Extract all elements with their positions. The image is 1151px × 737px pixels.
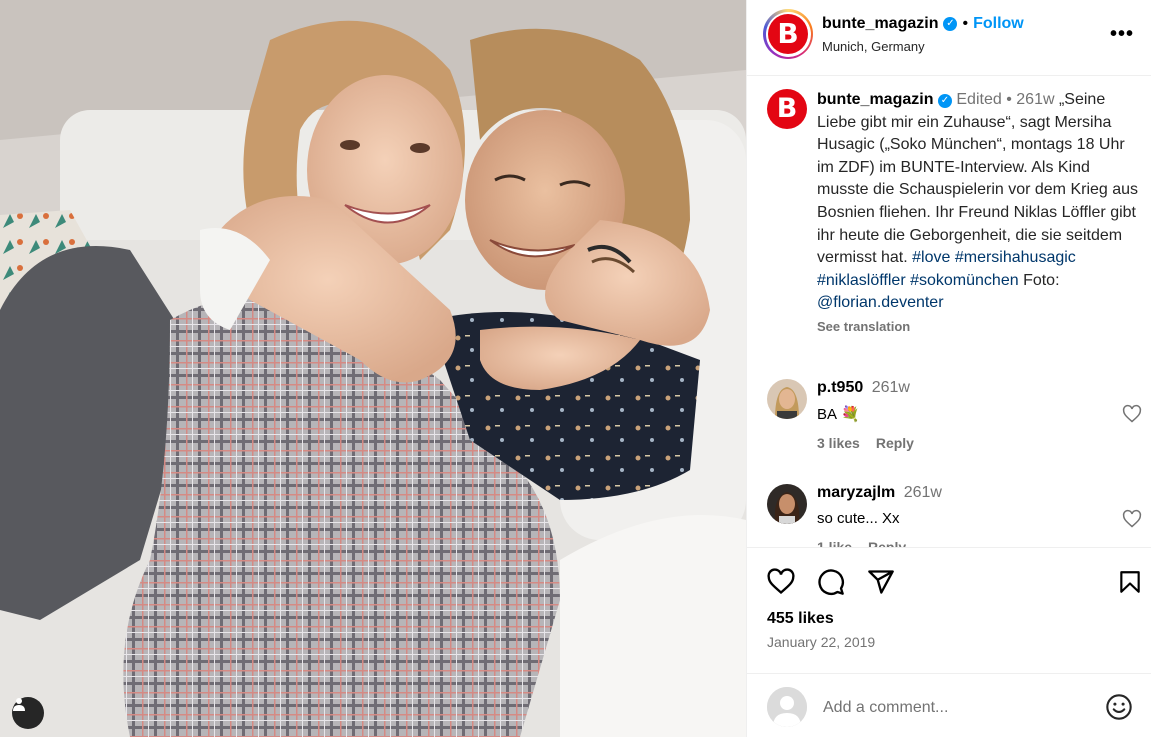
post-photo[interactable] <box>0 0 746 737</box>
default-avatar-icon <box>767 687 807 727</box>
comment-username[interactable]: p.t950 <box>817 379 863 396</box>
post-header: B bunte_magazin ✓ • Follow Munich, Germa… <box>747 0 1151 76</box>
comment-avatar[interactable] <box>767 484 807 524</box>
comment-time[interactable]: 261w <box>872 379 910 396</box>
comment-text: so cute... Xx <box>817 510 900 527</box>
heart-icon[interactable] <box>767 568 795 596</box>
verified-badge-icon: ✓ <box>937 94 952 108</box>
bunte-logo: B <box>768 14 808 54</box>
header-username[interactable]: bunte_magazin <box>822 15 938 33</box>
comment-actions: 3 likes Reply <box>817 435 1107 451</box>
bouquet-emoji: 💐 <box>841 406 860 423</box>
comment-text-row: so cute... Xx <box>817 510 1107 527</box>
comment-username[interactable]: maryzajlm <box>817 484 895 501</box>
reply-button[interactable]: Reply <box>876 435 914 451</box>
hashtag-link[interactable]: #niklaslöffler <box>817 272 906 289</box>
header-user-row: bunte_magazin ✓ • Follow <box>822 15 1024 33</box>
likes-count[interactable]: 455 likes <box>767 610 834 628</box>
avatar-inner: B <box>765 11 811 57</box>
comment-likes-link[interactable]: 3 likes <box>817 435 860 451</box>
post-date[interactable]: January 22, 2019 <box>767 634 875 650</box>
edited-label: Edited <box>956 91 1002 108</box>
comment-text-row: BA 💐 <box>817 405 1107 424</box>
save-icon[interactable] <box>1117 568 1143 596</box>
commenter-photo <box>767 379 807 419</box>
comment-text: BA <box>817 405 838 423</box>
post-details-panel: B bunte_magazin ✓ • Follow Munich, Germa… <box>746 0 1151 737</box>
emoji-icon[interactable] <box>1105 693 1133 721</box>
commenter-photo <box>767 484 807 524</box>
comments-scroll-area[interactable]: B bunte_magazin ✓ Edited • 261w „Seine L… <box>747 77 1151 547</box>
reply-button[interactable]: Reply <box>868 539 906 547</box>
caption-time[interactable]: 261w <box>1016 91 1054 108</box>
hashtag-link[interactable]: #sokomünchen <box>910 272 1019 289</box>
comment-heart-icon[interactable] <box>1122 404 1142 424</box>
comment-body: maryzajlm 261w so cute... Xx 1 like Repl… <box>817 484 1107 547</box>
post-actions-bar: 455 likes January 22, 2019 <box>747 547 1151 667</box>
hashtag-link[interactable]: #mersihahusagic <box>955 249 1076 266</box>
header-separator: • <box>962 15 969 32</box>
comment-heart-icon[interactable] <box>1122 509 1142 529</box>
comment-likes-link[interactable]: 1 like <box>817 539 852 547</box>
comment-avatar[interactable] <box>767 379 807 419</box>
tagged-users-button[interactable] <box>12 697 44 729</box>
comment-time[interactable]: 261w <box>904 484 942 501</box>
share-icon[interactable] <box>867 568 895 596</box>
comment-body: p.t950 261w BA 💐 3 likes Reply <box>817 379 1107 451</box>
location-link[interactable]: Munich, Germany <box>822 39 925 54</box>
caption-body: bunte_magazin ✓ Edited • 261w „Seine Lie… <box>817 89 1142 335</box>
caption-separator: • <box>1006 91 1012 108</box>
caption-username[interactable]: bunte_magazin <box>817 91 933 108</box>
caption-avatar[interactable]: B <box>767 89 807 129</box>
user-tag-icon <box>13 698 25 711</box>
add-comment-bar <box>747 673 1151 737</box>
more-options-icon[interactable]: ••• <box>1110 24 1134 44</box>
comment-actions: 1 like Reply <box>817 539 1107 547</box>
caption-text: „Seine Liebe gibt mir ein Zuhause“, sagt… <box>817 91 1139 267</box>
photo-credit-prefix: Foto: <box>1023 271 1060 289</box>
comment-icon[interactable] <box>817 568 845 596</box>
current-user-avatar[interactable] <box>767 687 807 727</box>
verified-badge-icon: ✓ <box>943 17 958 31</box>
see-translation-button[interactable]: See translation <box>817 319 1142 335</box>
photo-illustration <box>0 0 746 737</box>
photographer-mention-link[interactable]: @florian.deventer <box>817 294 944 311</box>
hashtag-link[interactable]: #love <box>912 249 950 266</box>
follow-button[interactable]: Follow <box>973 15 1024 33</box>
profile-avatar[interactable]: B <box>763 9 813 59</box>
comment-input[interactable] <box>823 694 1093 722</box>
